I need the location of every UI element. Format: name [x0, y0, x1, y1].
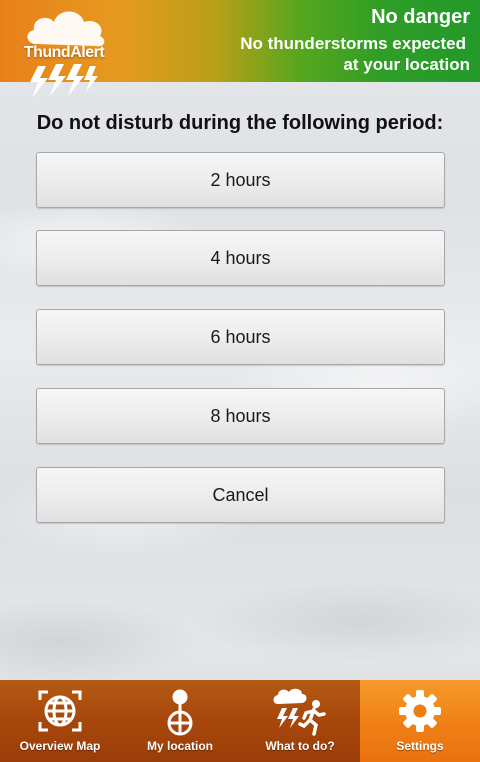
status-title: No danger	[371, 6, 470, 28]
nav-my-location[interactable]: My location	[120, 680, 240, 762]
cancel-button[interactable]: Cancel	[36, 467, 445, 523]
globe-map-icon	[38, 690, 82, 732]
app-logo: ThundAlert	[14, 4, 114, 98]
gear-icon	[399, 690, 441, 732]
storm-run-icon	[273, 688, 326, 736]
option-6-hours-button[interactable]: 6 hours	[36, 309, 445, 365]
option-8-hours-button[interactable]: 8 hours	[36, 388, 445, 444]
nav-what-to-do[interactable]: What to do?	[240, 680, 360, 762]
nav-settings[interactable]: Settings	[360, 680, 480, 762]
status-header: ThundAlert No danger No thunderstorms ex…	[0, 0, 480, 98]
status-line-2: at your location	[343, 55, 470, 74]
nav-label: My location	[146, 739, 213, 753]
bottom-nav: Overview Map My location What to do? Set…	[0, 680, 480, 762]
location-pin-icon	[167, 689, 193, 736]
option-4-hours-button[interactable]: 4 hours	[36, 230, 445, 286]
dnd-prompt: Do not disturb during the following peri…	[36, 112, 444, 134]
option-2-hours-button[interactable]: 2 hours	[36, 152, 445, 208]
logo-text: ThundAlert	[23, 44, 105, 61]
nav-label: Overview Map	[19, 739, 101, 753]
nav-overview-map[interactable]: Overview Map	[0, 680, 120, 762]
nav-label: What to do?	[265, 739, 335, 753]
status-line-1: No thunderstorms expected	[240, 34, 466, 53]
nav-label: Settings	[396, 739, 444, 753]
